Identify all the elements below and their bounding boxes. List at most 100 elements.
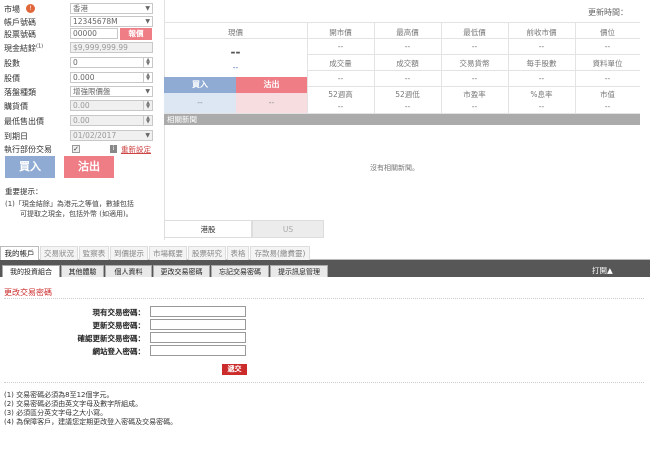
- change-value: --: [232, 63, 239, 72]
- high-value: --: [404, 42, 411, 51]
- tab-trade-status[interactable]: 交易狀況: [40, 246, 78, 260]
- bid-stepper[interactable]: ▲ ▼: [143, 101, 152, 110]
- price-input[interactable]: 0.000 ▲ ▼: [70, 72, 153, 83]
- open-value: --: [337, 42, 344, 51]
- low-label: 最低價: [463, 28, 486, 37]
- confirm-password-input[interactable]: [150, 332, 246, 343]
- stock-input[interactable]: 00000: [70, 28, 118, 39]
- market-label: 市場: [4, 4, 20, 14]
- mktcap-label: 市值: [600, 90, 615, 99]
- tab-price-alert[interactable]: 到價提示: [110, 246, 148, 260]
- mktcap-value: --: [604, 102, 611, 111]
- prev-close-value: --: [538, 42, 545, 51]
- pe-value: --: [471, 102, 478, 111]
- stock-label: 股票號碼: [4, 29, 36, 39]
- current-password-input[interactable]: [150, 306, 246, 317]
- partial-label: 執行部份交易: [4, 144, 52, 154]
- bid-input[interactable]: 0.00 ▲ ▼: [70, 100, 153, 111]
- subtab-portfolio[interactable]: 我的投資組合: [2, 265, 60, 277]
- turnover-label: 成交額: [396, 59, 419, 68]
- yield-value: --: [538, 102, 545, 111]
- spread-value: --: [604, 42, 611, 51]
- submit-button[interactable]: 遞交: [222, 364, 247, 375]
- qty-input[interactable]: 0 ▲ ▼: [70, 57, 153, 68]
- w52-low-value: --: [404, 102, 411, 111]
- quote-button[interactable]: 報價: [120, 28, 152, 40]
- partial-checkbox[interactable]: ✓: [72, 145, 80, 153]
- hk-stock-button[interactable]: 港股: [164, 220, 252, 238]
- subtab-change-password[interactable]: 更改交易密碼: [153, 265, 210, 277]
- confirm-password-label: 確認更新交易密碼：: [77, 334, 146, 343]
- bid-label: 購貨價: [4, 101, 28, 111]
- price-stepper[interactable]: ▲ ▼: [143, 73, 152, 82]
- rule-4: (4) 為保障客戶，建議您定期更改登入密碼及交易密碼。: [4, 418, 178, 426]
- w52-high-label: 52週高: [328, 90, 353, 99]
- market-select[interactable]: 香港: [70, 3, 153, 14]
- lot-label: 每手股數: [526, 59, 557, 68]
- bid-value: --: [164, 93, 236, 113]
- tab-watchlist[interactable]: 監察表: [79, 246, 109, 260]
- volume-value: --: [337, 74, 344, 83]
- tab-deposit[interactable]: 存款易(繳費靈): [250, 246, 310, 260]
- no-news-text: 沒有相關新聞。: [370, 164, 419, 172]
- w52-low-label: 52週低: [395, 90, 420, 99]
- expiry-select[interactable]: 01/02/2017: [70, 130, 153, 141]
- qty-label: 股數: [4, 58, 20, 68]
- info-icon[interactable]: !: [26, 4, 35, 13]
- tab-my-account[interactable]: 我的帳戶: [0, 246, 39, 260]
- subtab-other-experience[interactable]: 其他體驗: [61, 265, 104, 277]
- login-password-label: 網站登入密碼：: [92, 347, 146, 356]
- sell-button[interactable]: 沽出: [64, 156, 114, 178]
- subtab-personal-info[interactable]: 個人資料: [105, 265, 152, 277]
- news-header: 相關新聞: [164, 114, 640, 125]
- ask-value: --: [236, 93, 307, 113]
- order-type-select[interactable]: 增強限價盤: [70, 86, 153, 97]
- tab-forms[interactable]: 表格: [227, 246, 249, 260]
- current-price-label: 現價: [228, 28, 243, 37]
- currency-label: 交易貨幣: [459, 59, 490, 68]
- notes-line-1: (1)「現金結餘」為港元之等值，數據包括: [5, 200, 134, 208]
- ask-header: 沽出: [236, 77, 307, 93]
- notes-line-2: 可提取之現金，包括外幣 (如適用)。: [20, 210, 133, 218]
- unit-label: 資料單位: [592, 59, 623, 68]
- price-label: 股價: [4, 73, 20, 83]
- tab-stock-research[interactable]: 股票研究: [188, 246, 226, 260]
- new-password-input[interactable]: [150, 319, 246, 330]
- qty-stepper[interactable]: ▲ ▼: [143, 58, 152, 67]
- expiry-label: 到期日: [4, 131, 28, 141]
- info-i-icon: i: [110, 145, 117, 153]
- new-password-label: 更新交易密碼：: [92, 321, 146, 330]
- subtab-notification-mgmt[interactable]: 提示訊息管理: [270, 265, 328, 277]
- min-sell-input[interactable]: 0.00 ▲ ▼: [70, 115, 153, 126]
- min-sell-label: 最低售出價: [4, 116, 44, 126]
- order-type-label: 落盤種類: [4, 87, 36, 97]
- tab-market-summary[interactable]: 市場概要: [149, 246, 187, 260]
- account-label: 帳戶號碼: [4, 17, 36, 27]
- open-label: 開市價: [329, 28, 352, 37]
- print-toggle[interactable]: 打開▲: [592, 265, 613, 276]
- account-select[interactable]: 12345678M: [70, 16, 153, 27]
- lot-value: --: [538, 74, 545, 83]
- spread-label: 價位: [600, 28, 615, 37]
- subtab-forgot-password[interactable]: 忘記交易密碼: [211, 265, 269, 277]
- high-label: 最高價: [396, 28, 419, 37]
- prev-close-label: 前收市價: [526, 28, 557, 37]
- bid-header: 買入: [164, 77, 236, 93]
- turnover-value: --: [404, 74, 411, 83]
- min-sell-stepper[interactable]: ▲ ▼: [143, 116, 152, 125]
- update-time: 更新時間：: [588, 8, 628, 17]
- current-password-label: 現有交易密碼：: [92, 308, 146, 317]
- reset-link[interactable]: 重新設定: [121, 144, 151, 155]
- notes-title: 重要提示：: [5, 187, 43, 196]
- buy-button[interactable]: 買入: [5, 156, 55, 178]
- cash-label: 現金結餘(1): [4, 42, 44, 53]
- w52-high-value: --: [337, 102, 344, 111]
- cash-footnote: (1): [36, 42, 44, 49]
- low-value: --: [471, 42, 478, 51]
- unit-value: --: [604, 74, 611, 83]
- page-title: 更改交易密碼: [4, 288, 52, 297]
- us-stock-button[interactable]: US: [252, 220, 324, 238]
- login-password-input[interactable]: [150, 345, 246, 356]
- current-price-value: --: [230, 45, 241, 59]
- cash-value: $9,999,999.99: [70, 42, 153, 53]
